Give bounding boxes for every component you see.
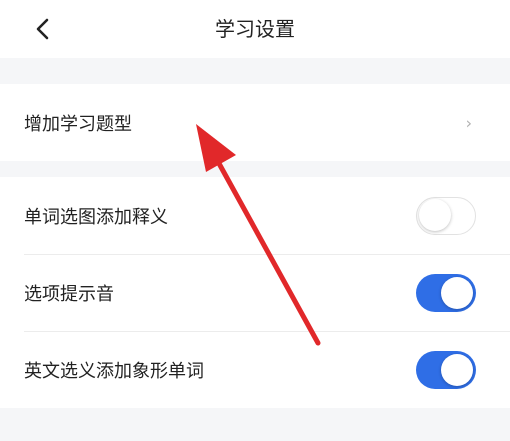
- add-question-types-row[interactable]: 增加学习题型 ›: [0, 84, 510, 161]
- pictographic-word-label: 英文选义添加象形单词: [24, 360, 204, 382]
- toggle-knob: [441, 353, 473, 386]
- settings-group-toggles: 单词选图添加释义 选项提示音 英文选义添加象形单词: [0, 177, 510, 408]
- word-image-definition-row: 单词选图添加释义: [0, 177, 510, 254]
- chevron-right-icon: ›: [465, 113, 472, 132]
- page-title: 学习设置: [215, 17, 295, 41]
- pictographic-word-toggle[interactable]: [416, 350, 476, 389]
- pictographic-word-row: 英文选义添加象形单词: [0, 331, 510, 408]
- option-sound-toggle[interactable]: [416, 273, 476, 312]
- add-question-types-label: 增加学习题型: [24, 113, 132, 135]
- toggle-knob: [441, 276, 473, 309]
- option-sound-label: 选项提示音: [24, 283, 114, 305]
- option-sound-row: 选项提示音: [0, 254, 510, 331]
- word-image-definition-toggle[interactable]: [416, 196, 476, 235]
- word-image-definition-label: 单词选图添加释义: [24, 206, 168, 228]
- toggle-knob: [419, 199, 451, 231]
- nav-bar: 学习设置: [0, 0, 510, 58]
- settings-group-question-types: 增加学习题型 ›: [0, 84, 510, 161]
